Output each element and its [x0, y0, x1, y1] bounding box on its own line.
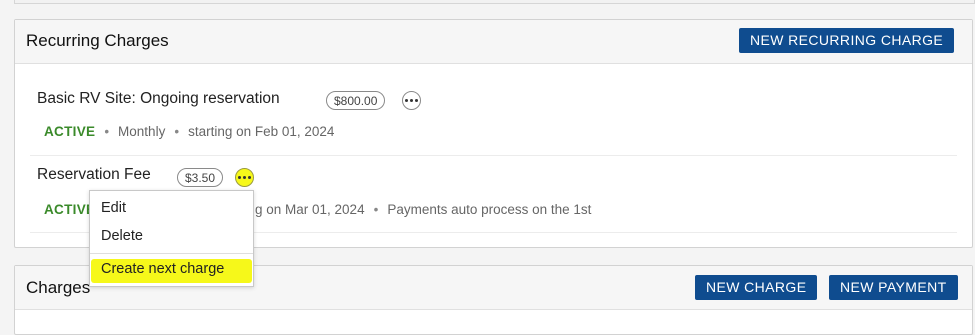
recurring-item-meta-tail: g on Mar 01, 2024 • Payments auto process … [255, 202, 592, 217]
menu-item-create-next-charge[interactable]: Create next charge [101, 261, 224, 277]
recurring-item-meta: ACTIVE [44, 202, 95, 217]
status-badge: ACTIVE [44, 202, 96, 217]
previous-panel-edge [14, 0, 975, 4]
start-date-text: g on Mar 01, 2024 [255, 202, 365, 217]
new-charge-button[interactable]: NEW CHARGE [695, 275, 818, 300]
recurring-item-name: Reservation Fee [37, 166, 151, 183]
more-options-icon[interactable] [402, 91, 421, 110]
more-options-icon[interactable] [235, 168, 254, 187]
auto-process-note: Payments auto process on the 1st [387, 202, 592, 217]
amount-badge: $800.00 [326, 91, 386, 110]
amount-badge: $3.50 [177, 168, 224, 187]
menu-item-delete[interactable]: Delete [101, 228, 143, 244]
status-badge: ACTIVE [44, 124, 96, 139]
charges-title: Charges [26, 278, 91, 297]
recurring-item-meta: ACTIVE • Monthly • starting on Feb 01, 2024 [44, 124, 335, 139]
options-menu: Edit Delete Create next charge [89, 190, 254, 287]
recurring-item-name: Basic RV Site: Ongoing reservation [37, 90, 280, 107]
row-divider [30, 155, 957, 156]
menu-item-edit[interactable]: Edit [101, 200, 126, 216]
new-recurring-charge-button[interactable]: NEW RECURRING CHARGE [739, 28, 955, 53]
new-payment-button[interactable]: NEW PAYMENT [829, 275, 958, 300]
start-date-text: starting on Feb 01, 2024 [188, 124, 335, 139]
frequency-text: Monthly [118, 124, 166, 139]
recurring-charges-header: Recurring Charges NEW RECURRING CHARGE [15, 20, 972, 64]
recurring-charges-title: Recurring Charges [26, 31, 169, 50]
menu-divider [90, 253, 253, 254]
